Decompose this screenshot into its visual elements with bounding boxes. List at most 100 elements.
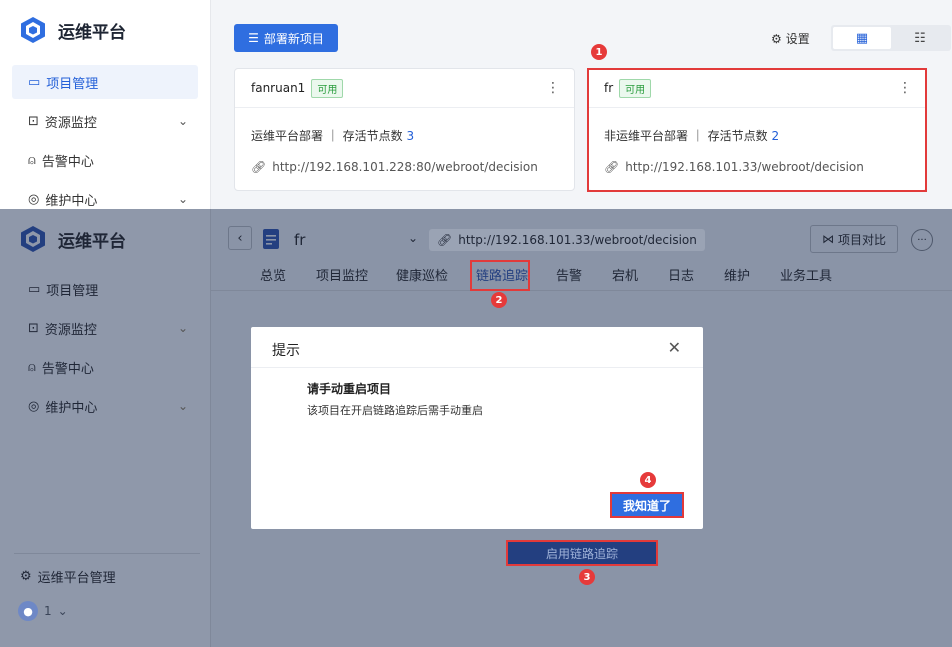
avatar: ● bbox=[18, 601, 38, 621]
close-icon[interactable]: ✕ bbox=[668, 338, 681, 357]
highlight-box bbox=[610, 492, 684, 518]
tab-log[interactable]: 日志 bbox=[668, 265, 694, 284]
card-name: fanruan1 bbox=[251, 81, 306, 95]
project-url-text: http://192.168.101.33/webroot/decision bbox=[458, 233, 697, 247]
tab-overview[interactable]: 总览 bbox=[260, 265, 286, 284]
step-marker: 3 bbox=[579, 569, 595, 585]
shield-icon: ◎ bbox=[28, 191, 40, 207]
sidebar-item-maintenance-center[interactable]: ◎ 维护中心 ⌄ bbox=[12, 182, 198, 209]
project-url[interactable]: 🔗︎ http://192.168.101.33/webroot/decisio… bbox=[429, 229, 705, 251]
gear-icon: ⚙ bbox=[20, 569, 32, 584]
sidebar-item-maintenance-center[interactable]: ◎ 维护中心 ⌄ bbox=[12, 389, 198, 423]
alarm-icon: ⍝ bbox=[28, 359, 36, 375]
settings-label: 设置 bbox=[785, 32, 810, 46]
user-name: 1 bbox=[44, 604, 52, 618]
prompt-dialog: 提示 ✕ 请手动重启项目 该项目在开启链路追踪后需手动重启 我知道了 4 bbox=[251, 327, 703, 529]
tab-business-tools[interactable]: 业务工具 bbox=[780, 265, 832, 284]
platform-management-link[interactable]: ⚙ 运维平台管理 bbox=[20, 567, 116, 586]
project-list-screen: 运维平台 ▭ 项目管理 ⊡ 资源监控 ⌄ ⍝ 告警中心 ◎ 维护中心 ⌄ ☰ 部… bbox=[0, 0, 952, 209]
card-url: 🔗︎ http://192.168.101.228:80/webroot/dec… bbox=[251, 160, 538, 174]
sidebar-item-label: 资源监控 bbox=[44, 115, 97, 131]
highlight-box bbox=[587, 68, 927, 192]
more-options-icon[interactable]: ··· bbox=[911, 229, 933, 251]
project-compare-button[interactable]: ⋈ 项目对比 bbox=[810, 225, 898, 253]
logo: 运维平台 bbox=[20, 225, 126, 253]
gear-icon: ⚙ bbox=[771, 31, 782, 46]
tab-health-check[interactable]: 健康巡检 bbox=[396, 265, 448, 284]
project-icon: ▭ bbox=[28, 74, 41, 90]
sidebar-item-resource-monitor[interactable]: ⊡ 资源监控 ⌄ bbox=[12, 104, 198, 138]
nodes-count: 3 bbox=[406, 129, 415, 143]
sidebar: 运维平台 ▭ 项目管理 ⊡ 资源监控 ⌄ ⍝ 告警中心 ◎ 维护中心 ⌄ bbox=[0, 209, 211, 647]
sidebar-item-project-management[interactable]: ▭ 项目管理 bbox=[12, 272, 198, 306]
dialog-heading: 请手动重启项目 bbox=[307, 382, 392, 396]
sidebar-nav: ▭ 项目管理 ⊡ 资源监控 ⌄ ⍝ 告警中心 ◎ 维护中心 ⌄ bbox=[12, 272, 198, 428]
app-title: 运维平台 bbox=[58, 22, 126, 43]
sidebar-item-label: 告警中心 bbox=[41, 361, 94, 377]
card-url-text[interactable]: http://192.168.101.228:80/webroot/decisi… bbox=[272, 160, 538, 174]
view-toggle: ▦ ☷ bbox=[831, 25, 951, 51]
step-marker: 2 bbox=[491, 292, 507, 308]
monitor-icon: ⊡ bbox=[28, 320, 39, 336]
chevron-down-icon: ⌄ bbox=[177, 321, 188, 335]
sidebar-item-label: 告警中心 bbox=[41, 154, 94, 170]
chevron-down-icon: ⌄ bbox=[57, 604, 68, 618]
link-icon: 🔗︎ bbox=[437, 233, 453, 247]
deploy-type: 运维平台部署 bbox=[251, 129, 324, 143]
chevron-down-icon: ⌄ bbox=[177, 399, 188, 413]
list-view-icon[interactable]: ☷ bbox=[891, 27, 949, 49]
alarm-icon: ⍝ bbox=[28, 152, 36, 168]
logo: 运维平台 bbox=[20, 16, 126, 44]
step-marker: 4 bbox=[640, 472, 656, 488]
back-button[interactable]: ‹ bbox=[228, 226, 252, 250]
deploy-button-label: 部署新项目 bbox=[263, 31, 324, 46]
card-info: 运维平台部署 ｜ 存活节点数 3 bbox=[251, 127, 414, 144]
step-marker: 1 bbox=[591, 44, 607, 60]
settings-button[interactable]: ⚙ 设置 bbox=[771, 30, 810, 47]
project-name[interactable]: fr bbox=[294, 231, 305, 249]
tab-project-monitor[interactable]: 项目监控 bbox=[316, 265, 368, 284]
monitor-icon: ⊡ bbox=[28, 113, 39, 129]
sidebar-nav: ▭ 项目管理 ⊡ 资源监控 ⌄ ⍝ 告警中心 ◎ 维护中心 ⌄ bbox=[12, 65, 198, 209]
shield-icon: ◎ bbox=[28, 398, 40, 414]
sidebar: 运维平台 ▭ 项目管理 ⊡ 资源监控 ⌄ ⍝ 告警中心 ◎ 维护中心 ⌄ bbox=[0, 0, 211, 209]
nodes-label: 存活节点数 bbox=[342, 129, 403, 143]
sidebar-item-alert-center[interactable]: ⍝ 告警中心 bbox=[12, 143, 198, 177]
sidebar-item-alert-center[interactable]: ⍝ 告警中心 bbox=[12, 350, 198, 384]
card-header: fanruan1 可用 ⋮ bbox=[235, 69, 574, 108]
project-icon: ▭ bbox=[28, 281, 41, 297]
divider bbox=[251, 367, 703, 368]
link-icon: 🔗︎ bbox=[251, 160, 267, 174]
app-title: 运维平台 bbox=[58, 231, 126, 252]
tab-maintenance[interactable]: 维护 bbox=[724, 265, 750, 284]
grid-view-icon[interactable]: ▦ bbox=[833, 27, 891, 49]
status-badge: 可用 bbox=[311, 78, 344, 98]
tab-alert[interactable]: 告警 bbox=[556, 265, 582, 284]
sidebar-item-label: 维护中心 bbox=[45, 400, 98, 416]
project-detail-screen: 运维平台 ▭ 项目管理 ⊡ 资源监控 ⌄ ⍝ 告警中心 ◎ 维护中心 ⌄ ⚙ 运… bbox=[0, 209, 952, 647]
tab-downtime[interactable]: 宕机 bbox=[612, 265, 638, 284]
project-header: ‹ fr ⌄ 🔗︎ http://192.168.101.33/webroot/… bbox=[211, 209, 952, 308]
server-icon: ☰ bbox=[248, 31, 259, 45]
compare-label: 项目对比 bbox=[837, 232, 886, 247]
sidebar-item-label: 项目管理 bbox=[46, 76, 99, 92]
highlight-box bbox=[470, 260, 530, 291]
dialog-title: 提示 bbox=[272, 343, 300, 359]
deploy-new-project-button[interactable]: ☰ 部署新项目 bbox=[234, 24, 338, 52]
sidebar-item-label: 项目管理 bbox=[46, 283, 99, 299]
divider bbox=[14, 553, 200, 554]
user-menu[interactable]: ● 1 ⌄ bbox=[18, 601, 68, 621]
compare-icon: ⋈ bbox=[821, 232, 834, 246]
sidebar-item-label: 维护中心 bbox=[45, 193, 98, 209]
chevron-left-icon: ‹ bbox=[237, 230, 243, 246]
project-card[interactable]: fanruan1 可用 ⋮ 运维平台部署 ｜ 存活节点数 3 🔗︎ http:/… bbox=[234, 68, 575, 191]
more-icon[interactable]: ⋮ bbox=[546, 80, 560, 96]
platform-management-label: 运维平台管理 bbox=[37, 571, 116, 586]
sidebar-item-resource-monitor[interactable]: ⊡ 资源监控 ⌄ bbox=[12, 311, 198, 345]
chevron-down-icon[interactable]: ⌄ bbox=[408, 231, 418, 245]
cube-logo-icon bbox=[21, 226, 45, 252]
divider: ｜ bbox=[326, 129, 343, 143]
sidebar-item-label: 资源监控 bbox=[44, 322, 97, 338]
chevron-down-icon: ⌄ bbox=[177, 114, 188, 128]
sidebar-item-project-management[interactable]: ▭ 项目管理 bbox=[12, 65, 198, 99]
